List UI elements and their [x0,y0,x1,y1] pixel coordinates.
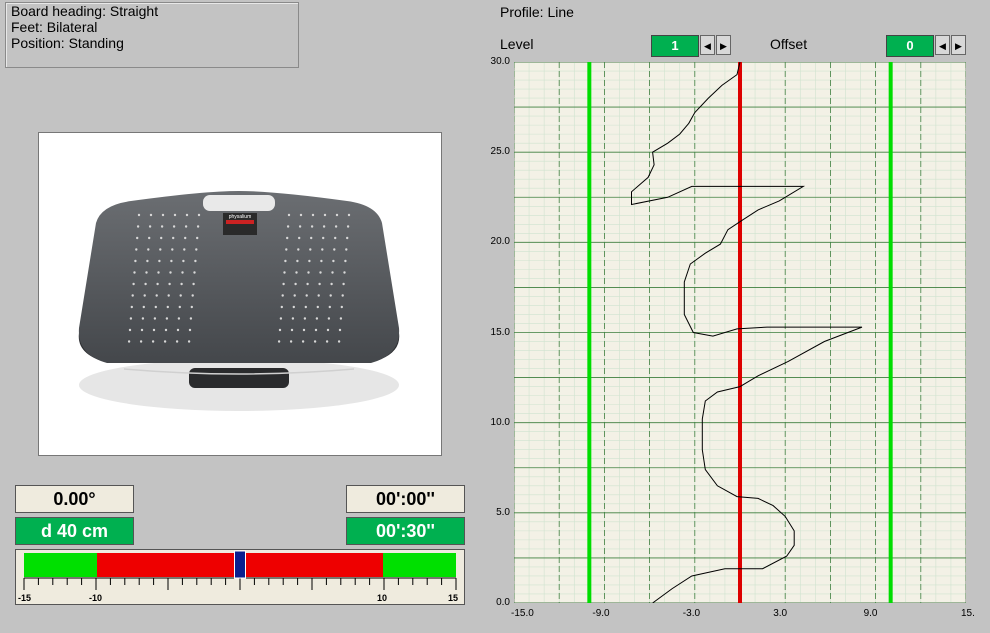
y-tick-label: 5.0 [496,506,510,518]
balance-scale-graphic: -15 -10 10 15 [18,550,458,603]
board-heading-text: Board heading: Straight [11,3,159,19]
position-text: Position: Standing [11,35,124,51]
scale-left-green-zone [24,553,97,577]
y-tick-label: 25.0 [490,146,510,158]
level-decrease-button[interactable]: ◀ [700,35,715,55]
level-value: 1 [651,35,699,57]
elapsed-time-readout: 00':00'' [346,485,465,513]
arrow-left-icon: ◀ [704,41,711,51]
balance-scale: -15 -10 10 15 [15,549,465,605]
offset-increase-button[interactable]: ▶ [951,35,966,55]
board-brand-logo: physalium [229,214,252,220]
level-label: Level [500,36,534,52]
offset-label: Offset [770,36,808,52]
x-tick-label: -9.0 [592,608,610,619]
scale-right-green-zone [383,553,456,577]
x-tick-label: -15.0 [511,608,534,619]
session-info-panel: Board heading: Straight Feet: Bilateral … [5,2,299,68]
x-tick-label: -3.0 [682,608,701,619]
tilt-angle-readout: 0.00° [15,485,134,513]
scale-label-neg15: -15 [18,593,31,603]
y-tick-label: 15.0 [490,326,510,338]
x-tick-label: 15. [961,608,975,619]
feet-text: Feet: Bilateral [11,19,98,35]
arrow-left-icon: ◀ [939,41,946,51]
total-time-readout: 00':30'' [346,517,465,545]
level-increase-button[interactable]: ▶ [716,35,731,55]
profile-chart [514,62,966,603]
offset-value: 0 [886,35,934,57]
arrow-right-icon: ▶ [720,41,727,51]
balance-board-image: physalium [78,191,400,411]
y-tick-label: 10.0 [490,416,510,428]
y-tick-label: 20.0 [490,236,510,248]
scale-label-15: 15 [448,593,458,603]
balance-board-view: physalium [38,132,442,456]
arrow-right-icon: ▶ [955,41,962,51]
scale-label-neg10: -10 [89,593,102,603]
x-tick-label: 3.0 [773,608,788,619]
distance-readout: d 40 cm [15,517,134,545]
y-tick-label: 0.0 [496,597,510,608]
x-tick-label: 9.0 [863,608,878,619]
offset-decrease-button[interactable]: ◀ [935,35,950,55]
profile-title: Profile: Line [500,4,574,20]
y-tick-label: 30.0 [490,56,510,67]
balance-indicator [234,550,246,579]
scale-label-10: 10 [377,593,387,603]
